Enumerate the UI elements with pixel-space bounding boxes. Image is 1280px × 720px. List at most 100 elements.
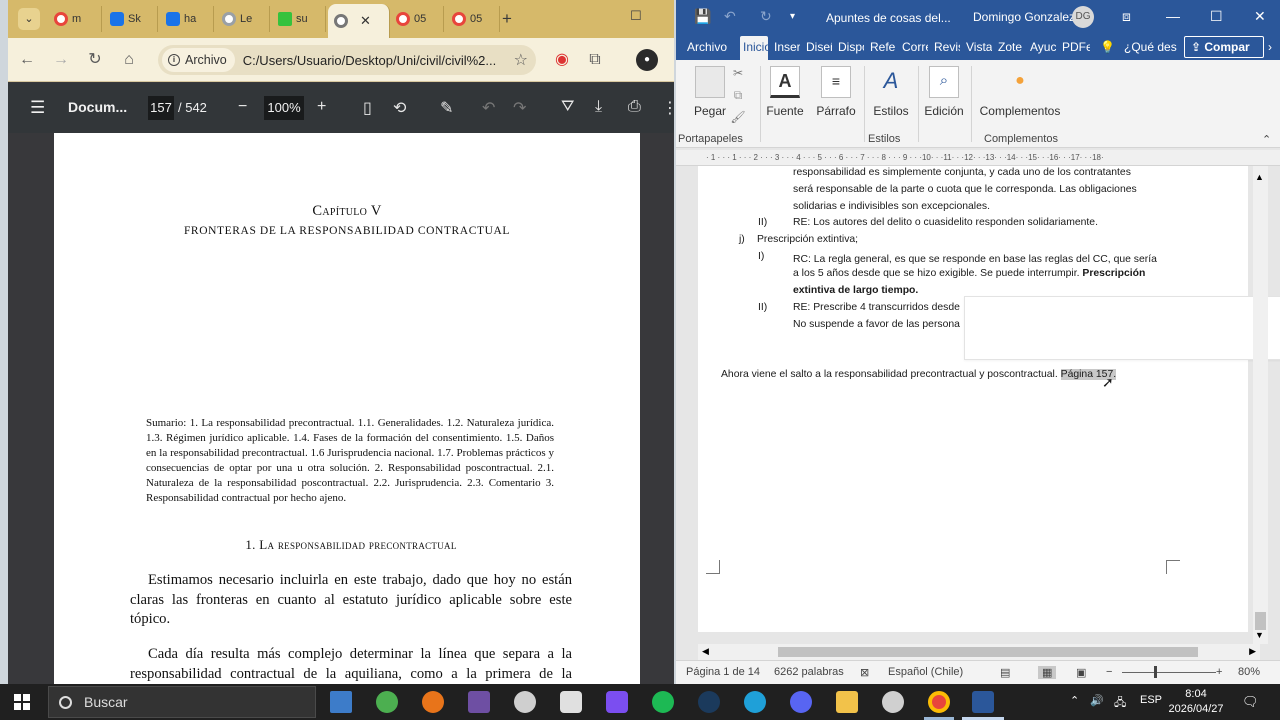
word-count[interactable]: 6262 palabras	[774, 666, 844, 678]
xbox-icon[interactable]	[514, 691, 536, 713]
avatar[interactable]: DG	[1072, 6, 1094, 28]
browser-tab[interactable]: 05	[446, 6, 500, 32]
extensions-puzzle-icon[interactable]: ⧉	[584, 49, 606, 71]
obs-icon[interactable]	[882, 691, 904, 713]
windows-start-icon[interactable]	[14, 694, 30, 710]
menu-icon[interactable]: ☰	[30, 98, 45, 118]
rotate-icon[interactable]: ⟲	[393, 98, 406, 118]
browser-tab[interactable]: Sk	[104, 6, 158, 32]
zoom-level[interactable]: 80%	[1238, 666, 1260, 678]
print-layout-icon[interactable]: ▦	[1038, 666, 1057, 679]
tab-correspondencia[interactable]: Corre	[902, 40, 928, 54]
font-button[interactable]: A Fuente	[766, 66, 804, 118]
addins-button[interactable]: ● Complementos	[978, 66, 1062, 118]
kodi-icon[interactable]	[560, 691, 582, 713]
zoom-out-icon[interactable]: −	[1106, 666, 1112, 678]
minimize-icon[interactable]: —	[1166, 8, 1180, 24]
close-tab-icon[interactable]: ✕	[360, 13, 371, 29]
tab-revisar[interactable]: Revis	[934, 40, 960, 54]
zoom-input[interactable]: 100%	[264, 96, 304, 120]
profile-avatar[interactable]: ●	[636, 49, 658, 71]
save-drive-icon[interactable]: ⛛	[561, 98, 574, 116]
spotify-icon[interactable]	[652, 691, 674, 713]
download-icon[interactable]: ⤓	[595, 98, 602, 116]
proofing-icon[interactable]: ⊠	[860, 666, 869, 679]
reload-icon[interactable]: ↻	[84, 49, 106, 71]
ribbon-display-icon[interactable]: ⧈	[1122, 8, 1131, 25]
scroll-right-icon[interactable]: ▶	[1249, 646, 1256, 657]
scroll-thumb[interactable]	[1255, 612, 1266, 630]
print-icon[interactable]: ⎙	[628, 98, 641, 116]
tab-archivo[interactable]: Archivo	[687, 40, 727, 54]
redo-icon[interactable]: ↻	[760, 8, 772, 25]
maximize-icon[interactable]: ☐	[630, 8, 642, 24]
user-name[interactable]: Domingo Gonzalez	[973, 10, 1075, 24]
styles-button[interactable]: A Estilos	[870, 66, 912, 118]
undo-icon[interactable]: ↶	[482, 98, 495, 118]
fit-page-icon[interactable]: ▯	[363, 98, 372, 118]
page-number-input[interactable]: 157	[148, 96, 174, 120]
url-text[interactable]: C:/Users/Usuario/Desktop/Uni/civil/civil…	[243, 53, 497, 68]
zoom-out-icon[interactable]: −	[238, 98, 247, 116]
forward-icon[interactable]: →	[50, 49, 72, 71]
video-app-icon[interactable]	[606, 691, 628, 713]
horizontal-scrollbar[interactable]: ◀ ▶	[698, 644, 1260, 660]
paste-button[interactable]: Pegar	[690, 66, 730, 118]
format-painter-icon[interactable]: 🖌	[730, 110, 746, 124]
home-icon[interactable]: ⌂	[118, 49, 140, 71]
browser-tab[interactable]: su	[272, 6, 326, 32]
read-mode-icon[interactable]: ▤	[1000, 666, 1010, 679]
tab-ayuda[interactable]: Ayuc	[1030, 40, 1056, 54]
browser-tab[interactable]: Le	[216, 6, 270, 32]
ribbon-options-icon[interactable]: ›	[1268, 40, 1272, 54]
discord-icon[interactable]	[790, 691, 812, 713]
cut-icon[interactable]: ✂	[730, 66, 746, 80]
extension-red-icon[interactable]: ◉	[551, 49, 573, 71]
zoom-slider-thumb[interactable]	[1154, 666, 1157, 678]
close-icon[interactable]: ✕	[1254, 8, 1266, 25]
redo-icon[interactable]: ↷	[513, 98, 526, 118]
zoom-in-icon[interactable]: +	[317, 98, 326, 116]
scroll-down-icon[interactable]: ▼	[1255, 630, 1264, 640]
chrome-canary-icon[interactable]	[376, 691, 398, 713]
clock[interactable]: 8:04 2026/04/27	[1168, 687, 1224, 717]
chrome-icon[interactable]	[928, 691, 950, 713]
language[interactable]: Español (Chile)	[888, 666, 963, 678]
editing-button[interactable]: ⌕ Edición	[924, 66, 964, 118]
scroll-left-icon[interactable]: ◀	[702, 646, 709, 657]
input-language[interactable]: ESP	[1140, 694, 1162, 706]
tab-disposicion[interactable]: Dispo	[838, 40, 864, 54]
davinci-icon[interactable]	[468, 691, 490, 713]
browser-tab[interactable]: ha	[160, 6, 214, 32]
back-icon[interactable]: ←	[16, 49, 38, 71]
undo-icon[interactable]: ↶	[724, 8, 736, 25]
address-bar[interactable]: i Archivo C:/Users/Usuario/Desktop/Uni/ci…	[158, 45, 536, 75]
web-layout-icon[interactable]: ▣	[1076, 666, 1086, 679]
tab-diseno[interactable]: Diseñ	[806, 40, 832, 54]
share-button[interactable]: ⇪ Compar	[1184, 36, 1264, 58]
zoom-slider[interactable]	[1122, 672, 1216, 673]
collapse-ribbon-icon[interactable]: ⌃	[1262, 133, 1271, 146]
brave-icon[interactable]	[422, 691, 444, 713]
paragraph-button[interactable]: ≡ Párrafo	[816, 66, 856, 118]
word-icon[interactable]	[972, 691, 994, 713]
tab-pdfelement[interactable]: PDFe	[1062, 40, 1090, 54]
tab-search-button[interactable]: ⌄	[18, 8, 40, 30]
edge-icon[interactable]	[744, 691, 766, 713]
taskbar-search[interactable]: Buscar	[48, 686, 316, 718]
scroll-up-icon[interactable]: ▲	[1255, 172, 1264, 182]
tell-me-search[interactable]: ¿Qué des	[1124, 40, 1177, 54]
more-options-icon[interactable]: ⋮	[662, 98, 674, 118]
page-count[interactable]: Página 1 de 14	[686, 666, 760, 678]
notifications-icon[interactable]: 🗨	[1242, 694, 1259, 710]
tab-vista[interactable]: Vista	[966, 40, 992, 54]
file-explorer-icon[interactable]	[836, 691, 858, 713]
save-icon[interactable]: 💾	[694, 8, 711, 25]
browser-tab-active[interactable]: ✕	[328, 4, 390, 38]
tray-chevron-icon[interactable]: ⌃	[1070, 694, 1079, 707]
annotate-icon[interactable]: ✎	[440, 98, 453, 118]
document-page[interactable]: responsabilidad es simplemente conjunta,…	[698, 166, 1280, 632]
task-view-icon[interactable]	[330, 691, 352, 713]
vertical-scrollbar[interactable]: ▲ ▼	[1253, 166, 1268, 644]
tab-zotero[interactable]: Zote	[998, 40, 1024, 54]
